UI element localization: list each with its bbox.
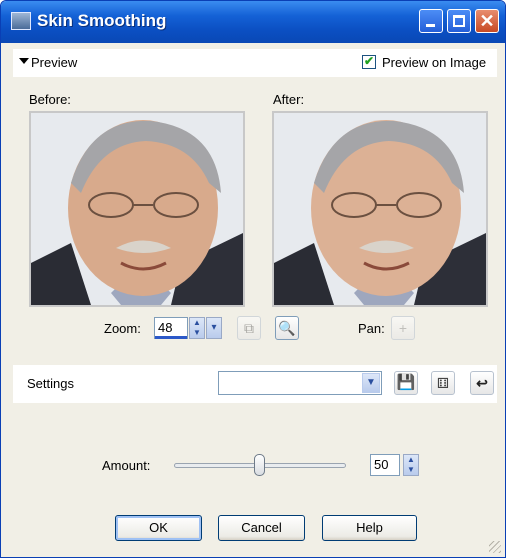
ok-button[interactable]: OK bbox=[115, 515, 202, 541]
amount-spinner[interactable]: ▲ ▼ bbox=[403, 454, 419, 476]
after-photo bbox=[274, 113, 486, 305]
zoom-dropdown[interactable]: ▾ bbox=[206, 317, 222, 339]
collapse-triangle-icon[interactable] bbox=[19, 58, 29, 64]
preview-toggle-label[interactable]: Preview bbox=[31, 55, 77, 70]
settings-preset-select[interactable]: ▼ bbox=[218, 371, 382, 395]
zoom-to-fit-button[interactable]: ⧉ bbox=[237, 316, 261, 340]
after-preview-image[interactable] bbox=[272, 111, 488, 307]
preview-on-image-checkbox[interactable]: ✔ bbox=[362, 54, 376, 69]
zoom-label: Zoom: bbox=[104, 321, 141, 336]
minimize-icon bbox=[426, 24, 435, 27]
before-preview-image[interactable] bbox=[29, 111, 245, 307]
amount-slider-thumb[interactable] bbox=[254, 454, 265, 476]
zoom-tool-button[interactable]: 🔍 bbox=[275, 316, 299, 340]
zoom-spinner[interactable]: ▲ ▼ bbox=[189, 317, 205, 339]
zoom-to-fit-icon: ⧉ bbox=[244, 320, 254, 336]
zoom-underline bbox=[155, 336, 187, 339]
pan-label: Pan: bbox=[358, 321, 385, 336]
randomize-button[interactable]: ⚅ bbox=[431, 371, 455, 395]
app-icon bbox=[11, 12, 31, 30]
window-title: Skin Smoothing bbox=[37, 11, 167, 30]
magnifier-icon: 🔍 bbox=[278, 320, 296, 336]
pan-button[interactable]: + bbox=[391, 316, 415, 340]
preview-on-image-label[interactable]: Preview on Image bbox=[382, 55, 486, 70]
floppy-disk-icon: 💾 bbox=[396, 374, 416, 391]
resize-grip-icon[interactable] bbox=[489, 541, 501, 553]
before-photo bbox=[31, 113, 243, 305]
cancel-button[interactable]: Cancel bbox=[218, 515, 305, 541]
maximize-icon bbox=[453, 15, 465, 27]
settings-label: Settings bbox=[27, 376, 74, 391]
dice-icon: ⚅ bbox=[436, 375, 450, 391]
help-button[interactable]: Help bbox=[322, 515, 417, 541]
after-label: After: bbox=[273, 92, 305, 107]
title-bar[interactable]: Skin Smoothing ✕ bbox=[1, 1, 505, 43]
minimize-button[interactable] bbox=[419, 9, 443, 33]
reset-button[interactable]: ↩ bbox=[470, 371, 494, 395]
reset-arrow-icon: ↩ bbox=[476, 375, 488, 391]
amount-label: Amount: bbox=[102, 458, 151, 473]
close-button[interactable]: ✕ bbox=[475, 9, 499, 33]
checkmark-icon: ✔ bbox=[364, 54, 375, 68]
chevron-down-icon[interactable]: ▼ bbox=[362, 373, 380, 393]
close-icon: ✕ bbox=[479, 11, 495, 31]
save-preset-button[interactable]: 💾 bbox=[394, 371, 418, 395]
maximize-button[interactable] bbox=[447, 9, 471, 33]
before-label: Before: bbox=[29, 92, 71, 107]
preview-section-header: Preview ✔ Preview on Image bbox=[13, 49, 497, 77]
amount-input[interactable]: 50 bbox=[370, 454, 400, 476]
skin-smoothing-dialog: Skin Smoothing ✕ Preview ✔ Preview on Im… bbox=[0, 0, 506, 558]
pan-cross-icon: + bbox=[398, 320, 408, 336]
